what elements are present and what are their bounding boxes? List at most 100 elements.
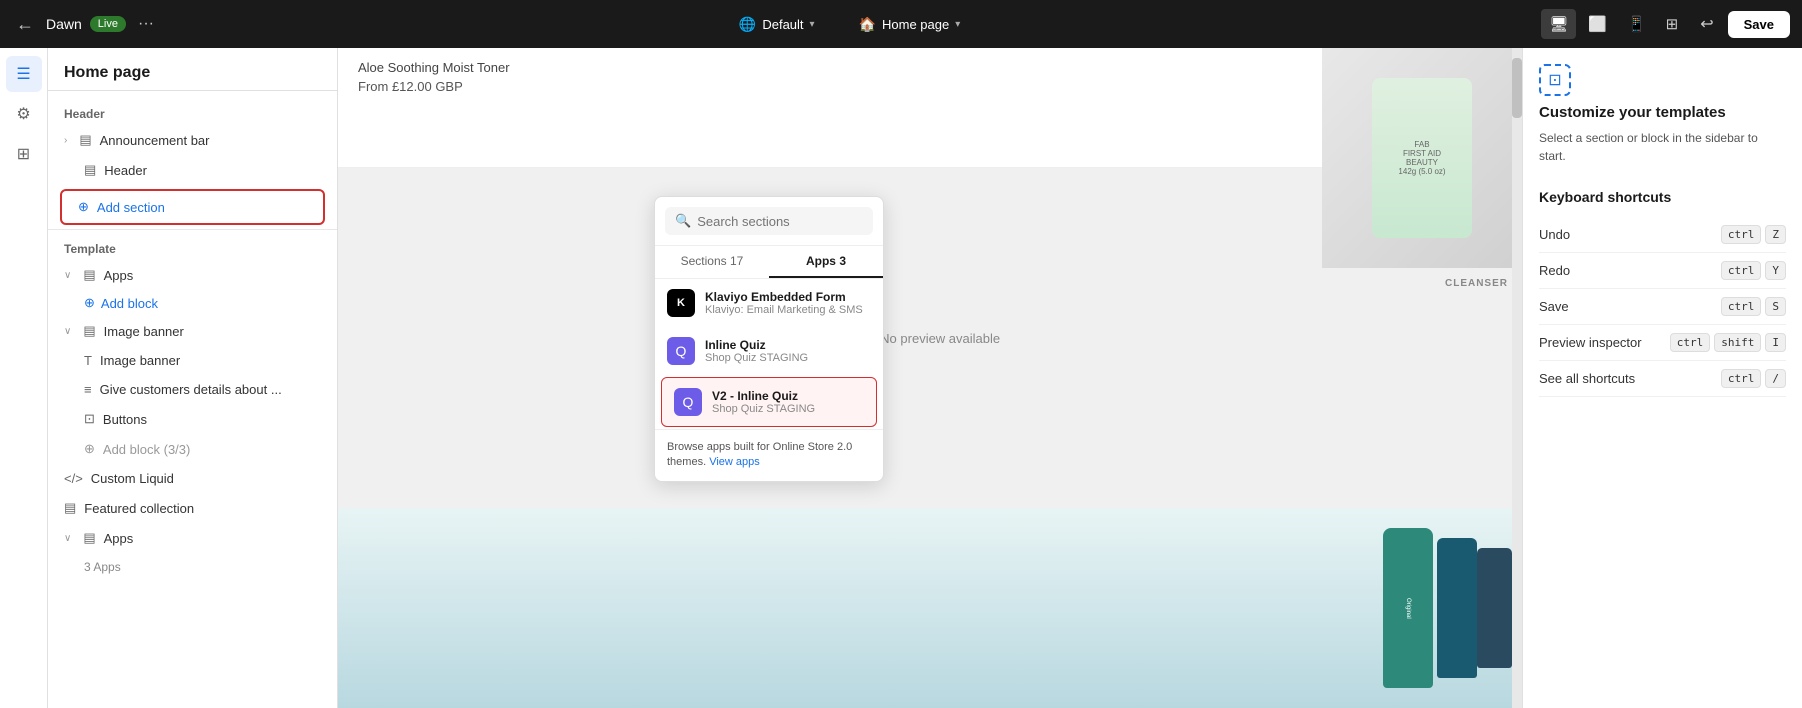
sections-icon-btn[interactable]: ☰: [6, 56, 42, 92]
default-label: Default: [762, 17, 803, 32]
back-button[interactable]: ←: [12, 10, 38, 39]
add-block-disabled-label: Add block (3/3): [103, 442, 190, 457]
bottle-2: [1437, 538, 1477, 678]
shortcut-all: See all shortcuts ctrl /: [1539, 361, 1786, 397]
add-block-label: Add block: [101, 296, 158, 311]
popup-footer: Browse apps built for Online Store 2.0 t…: [655, 429, 883, 481]
z-key: Z: [1765, 225, 1786, 244]
add-block-button[interactable]: ⊕ Add block: [48, 290, 337, 316]
v2-quiz-name: V2 - Inline Quiz: [712, 389, 815, 403]
text-icon: T: [84, 353, 92, 368]
inline-quiz-text: Inline Quiz Shop Quiz STAGING: [705, 338, 808, 364]
buttons-label: Buttons: [103, 412, 147, 427]
scrollbar-thumb[interactable]: [1512, 58, 1522, 118]
sidebar-scroll: Header › ▤ Announcement bar ▤ Header ⊕ A…: [48, 91, 337, 708]
custom-liquid-label: Custom Liquid: [91, 471, 174, 486]
desktop-button[interactable]: 🖥: [1541, 9, 1576, 39]
settings-icon-btn[interactable]: ⚙: [6, 96, 42, 132]
image-banner-icon: ▤: [83, 323, 95, 339]
save-label-sc: Save: [1539, 299, 1569, 314]
view-apps-link[interactable]: View apps: [709, 456, 760, 468]
inline-quiz-sub: Shop Quiz STAGING: [705, 352, 808, 364]
product-image: FABFIRST AIDBEAUTY142g (5.0 oz): [1322, 48, 1522, 268]
image-banner-sub-item[interactable]: T Image banner: [48, 346, 337, 375]
header-item[interactable]: ▤ Header: [48, 155, 337, 185]
s-key: S: [1765, 297, 1786, 316]
all-keys: ctrl /: [1721, 369, 1786, 388]
undo-button[interactable]: ↩: [1694, 8, 1719, 40]
klaviyo-text: Klaviyo Embedded Form Klaviyo: Email Mar…: [705, 290, 863, 316]
canvas-area: 🔍 Sections 17 Apps 3 K: [338, 48, 1522, 708]
separator-1: [48, 229, 337, 230]
add-block-disabled-item: ⊕ Add block (3/3): [48, 434, 337, 464]
all-shortcuts-label: See all shortcuts: [1539, 371, 1635, 386]
save-keys: ctrl S: [1721, 297, 1786, 316]
apps-bottom-icon: ▤: [83, 530, 95, 546]
shortcut-undo: Undo ctrl Z: [1539, 217, 1786, 253]
bottle-1: Original: [1383, 528, 1433, 688]
apps-label: Apps: [104, 268, 134, 283]
announcement-bar-label: Announcement bar: [100, 133, 210, 148]
tab-apps[interactable]: Apps 3: [769, 246, 883, 278]
left-sidebar: Home page Header › ▤ Announcement bar ▤ …: [48, 48, 338, 708]
klaviyo-sub: Klaviyo: Email Marketing & SMS: [705, 304, 863, 316]
add-section-popup: 🔍 Sections 17 Apps 3 K: [654, 196, 884, 482]
featured-collection-item[interactable]: ▤ Featured collection: [48, 493, 337, 523]
search-input-wrap: 🔍: [665, 207, 873, 235]
icon-sidebar: ☰ ⚙ ⊞: [0, 48, 48, 708]
v2-quiz-sub: Shop Quiz STAGING: [712, 403, 815, 415]
canvas-frame: Aloe Soothing Moist Toner From £12.00 GB…: [338, 48, 1522, 708]
popup-item-klaviyo[interactable]: K Klaviyo Embedded Form Klaviyo: Email M…: [655, 279, 883, 327]
no-preview-label: No preview available: [880, 331, 1000, 346]
popup-item-inline-quiz[interactable]: Q Inline Quiz Shop Quiz STAGING: [655, 327, 883, 375]
klaviyo-icon: K: [667, 289, 695, 317]
grid-button[interactable]: ⊞: [1658, 9, 1687, 39]
apps-icon-btn[interactable]: ⊞: [6, 136, 42, 172]
right-panel: ⊡ Customize your templates Select a sect…: [1522, 48, 1802, 708]
tablet-button[interactable]: ⬜: [1580, 9, 1615, 39]
i-key: I: [1765, 333, 1786, 352]
default-dropdown[interactable]: 🌐 Default ▾: [729, 10, 825, 39]
apps-count-item: 3 Apps: [48, 553, 337, 581]
ctrl-key-save: ctrl: [1721, 297, 1762, 316]
apps-item[interactable]: ∨ ▤ Apps: [48, 260, 337, 290]
more-button[interactable]: ···: [134, 11, 158, 37]
top-navigation: ← Dawn Live ··· 🌐 Default ▾ 🏠 Home page …: [0, 0, 1802, 48]
announcement-bar-item[interactable]: › ▤ Announcement bar: [48, 125, 337, 155]
plus-disabled-icon: ⊕: [84, 441, 95, 457]
no-preview-message: ▤ No preview available: [338, 238, 1522, 438]
save-button[interactable]: Save: [1728, 11, 1790, 38]
undo-label: Undo: [1539, 227, 1570, 242]
ctrl-key: ctrl: [1721, 225, 1762, 244]
homepage-label: Home page: [882, 17, 949, 32]
button-icon: ⊡: [84, 411, 95, 427]
product-image-bottle: FABFIRST AIDBEAUTY142g (5.0 oz): [1372, 78, 1472, 238]
chevron-down-icon-2: ▾: [955, 19, 960, 30]
home-icon: 🏠: [859, 16, 876, 33]
featured-collection-label: Featured collection: [84, 501, 194, 516]
cleanser-label: CLEANSER: [1445, 278, 1508, 289]
homepage-dropdown[interactable]: 🏠 Home page ▾: [849, 10, 971, 39]
redo-label: Redo: [1539, 263, 1570, 278]
live-badge: Live: [90, 16, 126, 32]
give-customers-item[interactable]: ≡ Give customers details about ...: [48, 375, 337, 404]
template-section-label: Template: [48, 234, 337, 260]
search-input[interactable]: [697, 214, 863, 229]
popup-item-v2-quiz[interactable]: Q V2 - Inline Quiz Shop Quiz STAGING: [661, 377, 877, 427]
plus-circle-icon: ⊕: [84, 295, 95, 311]
apps-bottom-item[interactable]: ∨ ▤ Apps: [48, 523, 337, 553]
klaviyo-name: Klaviyo Embedded Form: [705, 290, 863, 304]
image-banner-item[interactable]: ∨ ▤ Image banner: [48, 316, 337, 346]
product-area: Aloe Soothing Moist Toner From £12.00 GB…: [338, 48, 1522, 168]
tab-sections[interactable]: Sections 17: [655, 246, 769, 278]
slash-key: /: [1765, 369, 1786, 388]
custom-liquid-item[interactable]: </> Custom Liquid: [48, 464, 337, 493]
buttons-item[interactable]: ⊡ Buttons: [48, 404, 337, 434]
v2-quiz-text: V2 - Inline Quiz Shop Quiz STAGING: [712, 389, 815, 415]
add-section-button[interactable]: ⊕ Add section: [60, 189, 325, 225]
template-icon: ⊡: [1539, 64, 1571, 96]
image-banner-label: Image banner: [104, 324, 184, 339]
mobile-button[interactable]: 📱: [1619, 9, 1654, 39]
image-banner-sub-label: Image banner: [100, 353, 180, 368]
canvas-scrollbar-v[interactable]: [1512, 48, 1522, 708]
